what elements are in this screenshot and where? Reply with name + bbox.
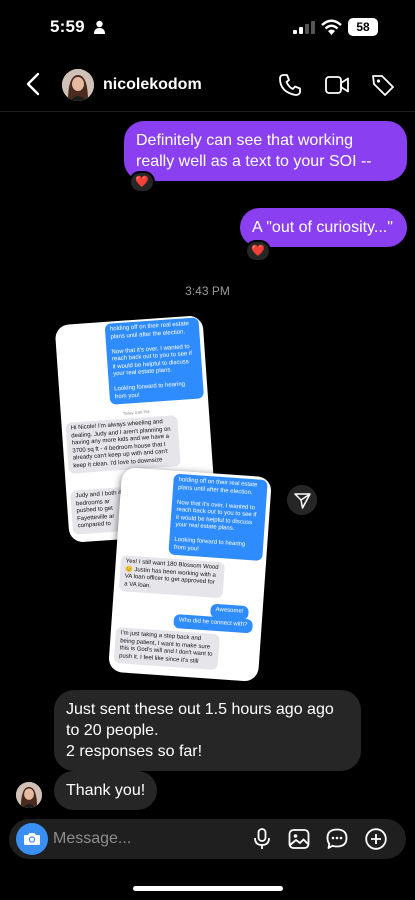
heart-reaction[interactable]: ❤️ (245, 240, 271, 262)
screenshot-text-bubble: I'm just taking a step back and being pa… (113, 626, 220, 671)
screenshot-day-label: Today 3:59 PM (122, 409, 150, 416)
person-icon (94, 20, 105, 34)
microphone-icon[interactable] (250, 827, 274, 851)
chat-header: nicolekodom (0, 58, 415, 112)
status-time: 5:59 (50, 17, 85, 36)
status-bar: 5:59 58 (0, 0, 415, 56)
phone-call-icon[interactable] (277, 72, 303, 98)
add-icon[interactable] (364, 827, 388, 851)
screenshot-text-bubble: Yes! I still want 180 Blossom Wood 😊 Jus… (118, 555, 225, 599)
cellular-signal-icon (293, 21, 315, 34)
camera-icon (24, 833, 40, 845)
gallery-icon[interactable] (287, 827, 311, 851)
screenshot-text-bubble: holding off on their real estate plans u… (168, 473, 268, 561)
screenshot-text-bubble: holding off on their real estate plans u… (104, 317, 205, 405)
incoming-message[interactable]: Just sent these out 1.5 hours ago ago to… (54, 690, 361, 771)
sender-avatar[interactable] (16, 782, 42, 808)
heart-reaction[interactable]: ❤️ (129, 171, 155, 193)
camera-button[interactable] (16, 823, 48, 855)
message-timestamp: 3:43 PM (185, 284, 230, 298)
video-call-icon[interactable] (324, 72, 350, 98)
message-input[interactable] (53, 828, 243, 850)
chat-username[interactable]: nicolekodom (103, 76, 202, 94)
message-composer (9, 819, 406, 859)
shared-screenshot-image[interactable]: holding off on their real estate plans u… (108, 467, 272, 682)
sticker-message-icon[interactable] (325, 827, 349, 851)
home-indicator (133, 886, 283, 891)
tag-icon[interactable] (370, 72, 396, 98)
outgoing-message[interactable]: Definitely can see that working really w… (124, 121, 407, 181)
incoming-message[interactable]: Thank you! (54, 771, 158, 810)
battery-indicator: 58 (348, 18, 378, 36)
avatar[interactable] (62, 69, 94, 101)
back-chevron-icon[interactable] (20, 70, 48, 98)
share-icon[interactable] (287, 485, 317, 515)
screenshot-text-bubble: Hi Nicole! I'm always wheeling and deali… (65, 415, 181, 474)
wifi-icon (321, 19, 342, 35)
